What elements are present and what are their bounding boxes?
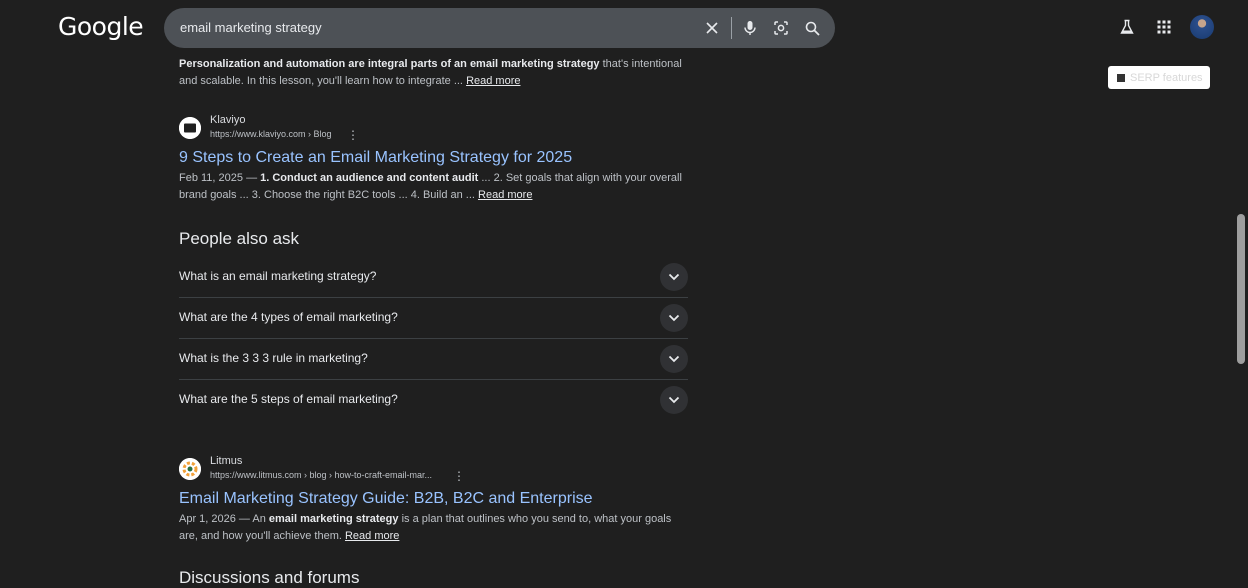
chevron-down-icon[interactable] (660, 263, 688, 291)
lens-icon[interactable] (771, 18, 791, 38)
paa-question-row[interactable]: What are the 4 types of email marketing? (179, 297, 688, 339)
scrollbar-thumb[interactable] (1237, 214, 1245, 364)
site-url: https://www.litmus.com › blog › how-to-c… (210, 470, 433, 480)
read-more-link[interactable]: Read more (345, 530, 399, 542)
search-input[interactable]: email marketing strategy (180, 20, 322, 35)
chevron-down-icon[interactable] (660, 345, 688, 373)
snippet-bold: email marketing strategy (268, 513, 399, 525)
labs-flask-icon[interactable] (1116, 16, 1138, 38)
klaviyo-favicon (179, 117, 201, 139)
paa-question: What is an email marketing strategy? (179, 269, 377, 283)
serp-features-badge[interactable]: SERP features (1108, 66, 1210, 89)
chevron-down-icon[interactable] (660, 386, 688, 414)
apps-grid-icon[interactable] (1153, 16, 1175, 38)
serp-features-label: SERP features (1130, 71, 1203, 84)
search-icon[interactable] (802, 18, 822, 38)
chevron-down-icon[interactable] (660, 304, 688, 332)
paa-question: What are the 5 steps of email marketing? (179, 392, 398, 406)
result-date: Feb 11, 2025 — (179, 172, 261, 184)
site-name: Klaviyo (210, 114, 246, 126)
result-snippet: Feb 11, 2025 — 1. Conduct an audience an… (179, 170, 689, 204)
site-name: Litmus (210, 455, 243, 467)
page-scrollbar[interactable] (1234, 0, 1248, 583)
snippet-bold: 1. Conduct an audience and content audit (260, 172, 479, 184)
paa-question-row[interactable]: What is an email marketing strategy? (179, 256, 688, 298)
paa-question: What is the 3 3 3 rule in marketing? (179, 351, 368, 365)
more-options-icon[interactable]: ⋮ (453, 469, 465, 483)
site-url: https://www.klaviyo.com › Blog (210, 129, 332, 139)
paa-question-row[interactable]: What is the 3 3 3 rule in marketing? (179, 338, 688, 380)
read-more-link[interactable]: Read more (478, 189, 532, 201)
close-icon[interactable] (702, 18, 722, 38)
result-date: Apr 1, 2026 — (179, 513, 253, 525)
discussions-heading: Discussions and forums (179, 568, 360, 587)
result-title-link[interactable]: Email Marketing Strategy Guide: B2B, B2C… (179, 490, 593, 508)
more-options-icon[interactable]: ⋮ (347, 128, 359, 142)
read-more-link[interactable]: Read more (466, 75, 520, 87)
serp-features-square-icon (1117, 73, 1125, 82)
litmus-favicon (179, 458, 201, 480)
people-also-ask-heading: People also ask (179, 229, 300, 248)
snippet-bold: Personalization and automation are integ… (179, 58, 600, 70)
search-divider (731, 17, 732, 39)
result-title-link[interactable]: 9 Steps to Create an Email Marketing Str… (179, 149, 572, 167)
microphone-icon[interactable] (740, 18, 760, 38)
avatar[interactable] (1190, 15, 1214, 39)
paa-question-row[interactable]: What are the 5 steps of email marketing? (179, 379, 688, 420)
result-snippet: Apr 1, 2026 — An email marketing strateg… (179, 511, 689, 545)
paa-question: What are the 4 types of email marketing? (179, 310, 398, 324)
search-bar[interactable]: email marketing strategy (164, 8, 835, 48)
snippet-text: An (252, 513, 269, 525)
google-logo[interactable]: Google (58, 12, 144, 41)
result-snippet: Personalization and automation are integ… (179, 56, 689, 90)
